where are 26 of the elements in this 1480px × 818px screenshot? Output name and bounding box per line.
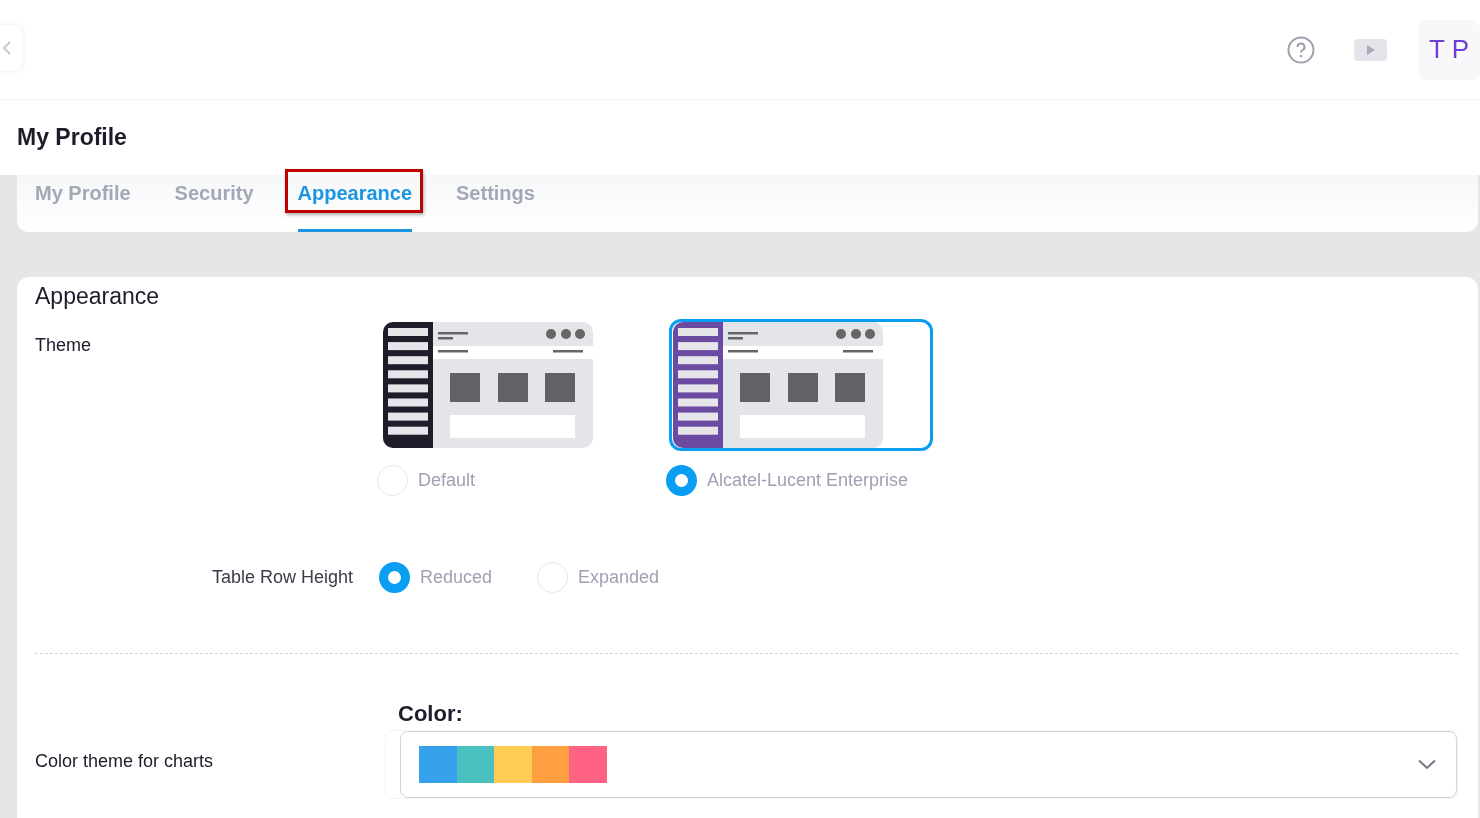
radio-button[interactable]	[537, 561, 569, 593]
theme-preview[interactable]	[669, 318, 933, 451]
section-title: Appearance	[35, 282, 161, 311]
radio-button[interactable]	[379, 561, 410, 593]
radio-button[interactable]	[666, 464, 697, 496]
row-height-label: Table Row Height	[211, 565, 353, 589]
tab[interactable]: Appearance	[297, 175, 412, 232]
video-button[interactable]	[1354, 38, 1387, 61]
radio-button[interactable]	[377, 464, 408, 496]
radio-label: Alcatel-Lucent Enterprise	[707, 468, 909, 492]
help-icon[interactable]	[1286, 34, 1316, 65]
chevron-down-icon	[1418, 758, 1436, 770]
radio-label: Expanded	[578, 565, 660, 589]
avatar-button[interactable]: T P	[1418, 19, 1480, 80]
page-title: My Profile	[17, 123, 127, 153]
tab[interactable]: My Profile	[35, 175, 131, 232]
radio-label: Reduced	[420, 565, 493, 589]
radio-label: Default	[418, 468, 476, 492]
chart-color-label: Color theme for charts	[35, 750, 214, 771]
color-field-label: Color:	[398, 700, 464, 727]
tab[interactable]: Security	[174, 175, 254, 232]
theme-label: Theme	[35, 334, 92, 355]
tab[interactable]: Settings	[456, 175, 535, 232]
play-icon	[1366, 44, 1375, 55]
color-theme-dropdown[interactable]	[400, 730, 1457, 798]
chevron-left-icon	[2, 40, 12, 56]
